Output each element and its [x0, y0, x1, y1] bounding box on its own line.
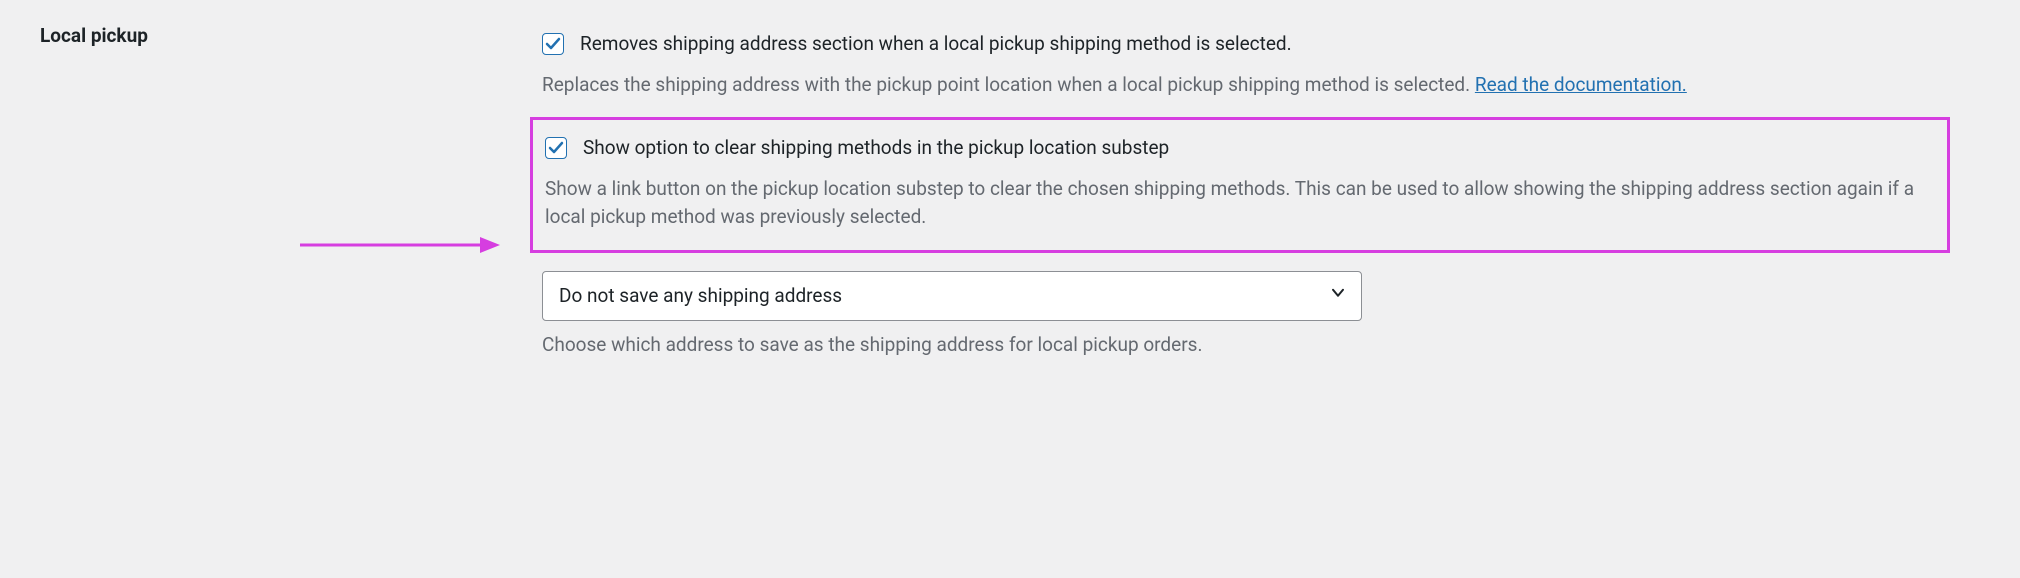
option-show-clear-highlighted: Show option to clear shipping methods in…: [530, 117, 1950, 253]
check-icon: [545, 36, 561, 52]
save-address-block: Do not save any shipping address Choose …: [542, 271, 1950, 360]
documentation-link[interactable]: Read the documentation.: [1475, 73, 1687, 96]
chevron-down-icon: [1329, 282, 1347, 311]
checkbox-show-clear-label[interactable]: Show option to clear shipping methods in…: [583, 134, 1169, 163]
settings-label-column: Local pickup: [40, 20, 530, 51]
checkbox-remove-shipping-label[interactable]: Removes shipping address section when a …: [580, 30, 1292, 59]
checkbox-remove-shipping[interactable]: [542, 33, 564, 55]
remove-shipping-description: Replaces the shipping address with the p…: [542, 71, 1938, 100]
check-icon: [548, 140, 564, 156]
settings-row: Local pickup Removes shipping address se…: [40, 20, 1980, 360]
checkbox-show-clear[interactable]: [545, 137, 567, 159]
save-address-select[interactable]: Do not save any shipping address: [542, 271, 1362, 322]
option-remove-shipping: Removes shipping address section when a …: [530, 20, 1950, 109]
section-label: Local pickup: [40, 22, 530, 51]
highlight-arrow-icon: [300, 230, 500, 269]
show-clear-description: Show a link button on the pickup locatio…: [545, 175, 1935, 232]
settings-content-column: Removes shipping address section when a …: [530, 20, 1950, 360]
save-address-selected-value: Do not save any shipping address: [559, 282, 842, 311]
save-address-description: Choose which address to save as the ship…: [542, 331, 1950, 360]
